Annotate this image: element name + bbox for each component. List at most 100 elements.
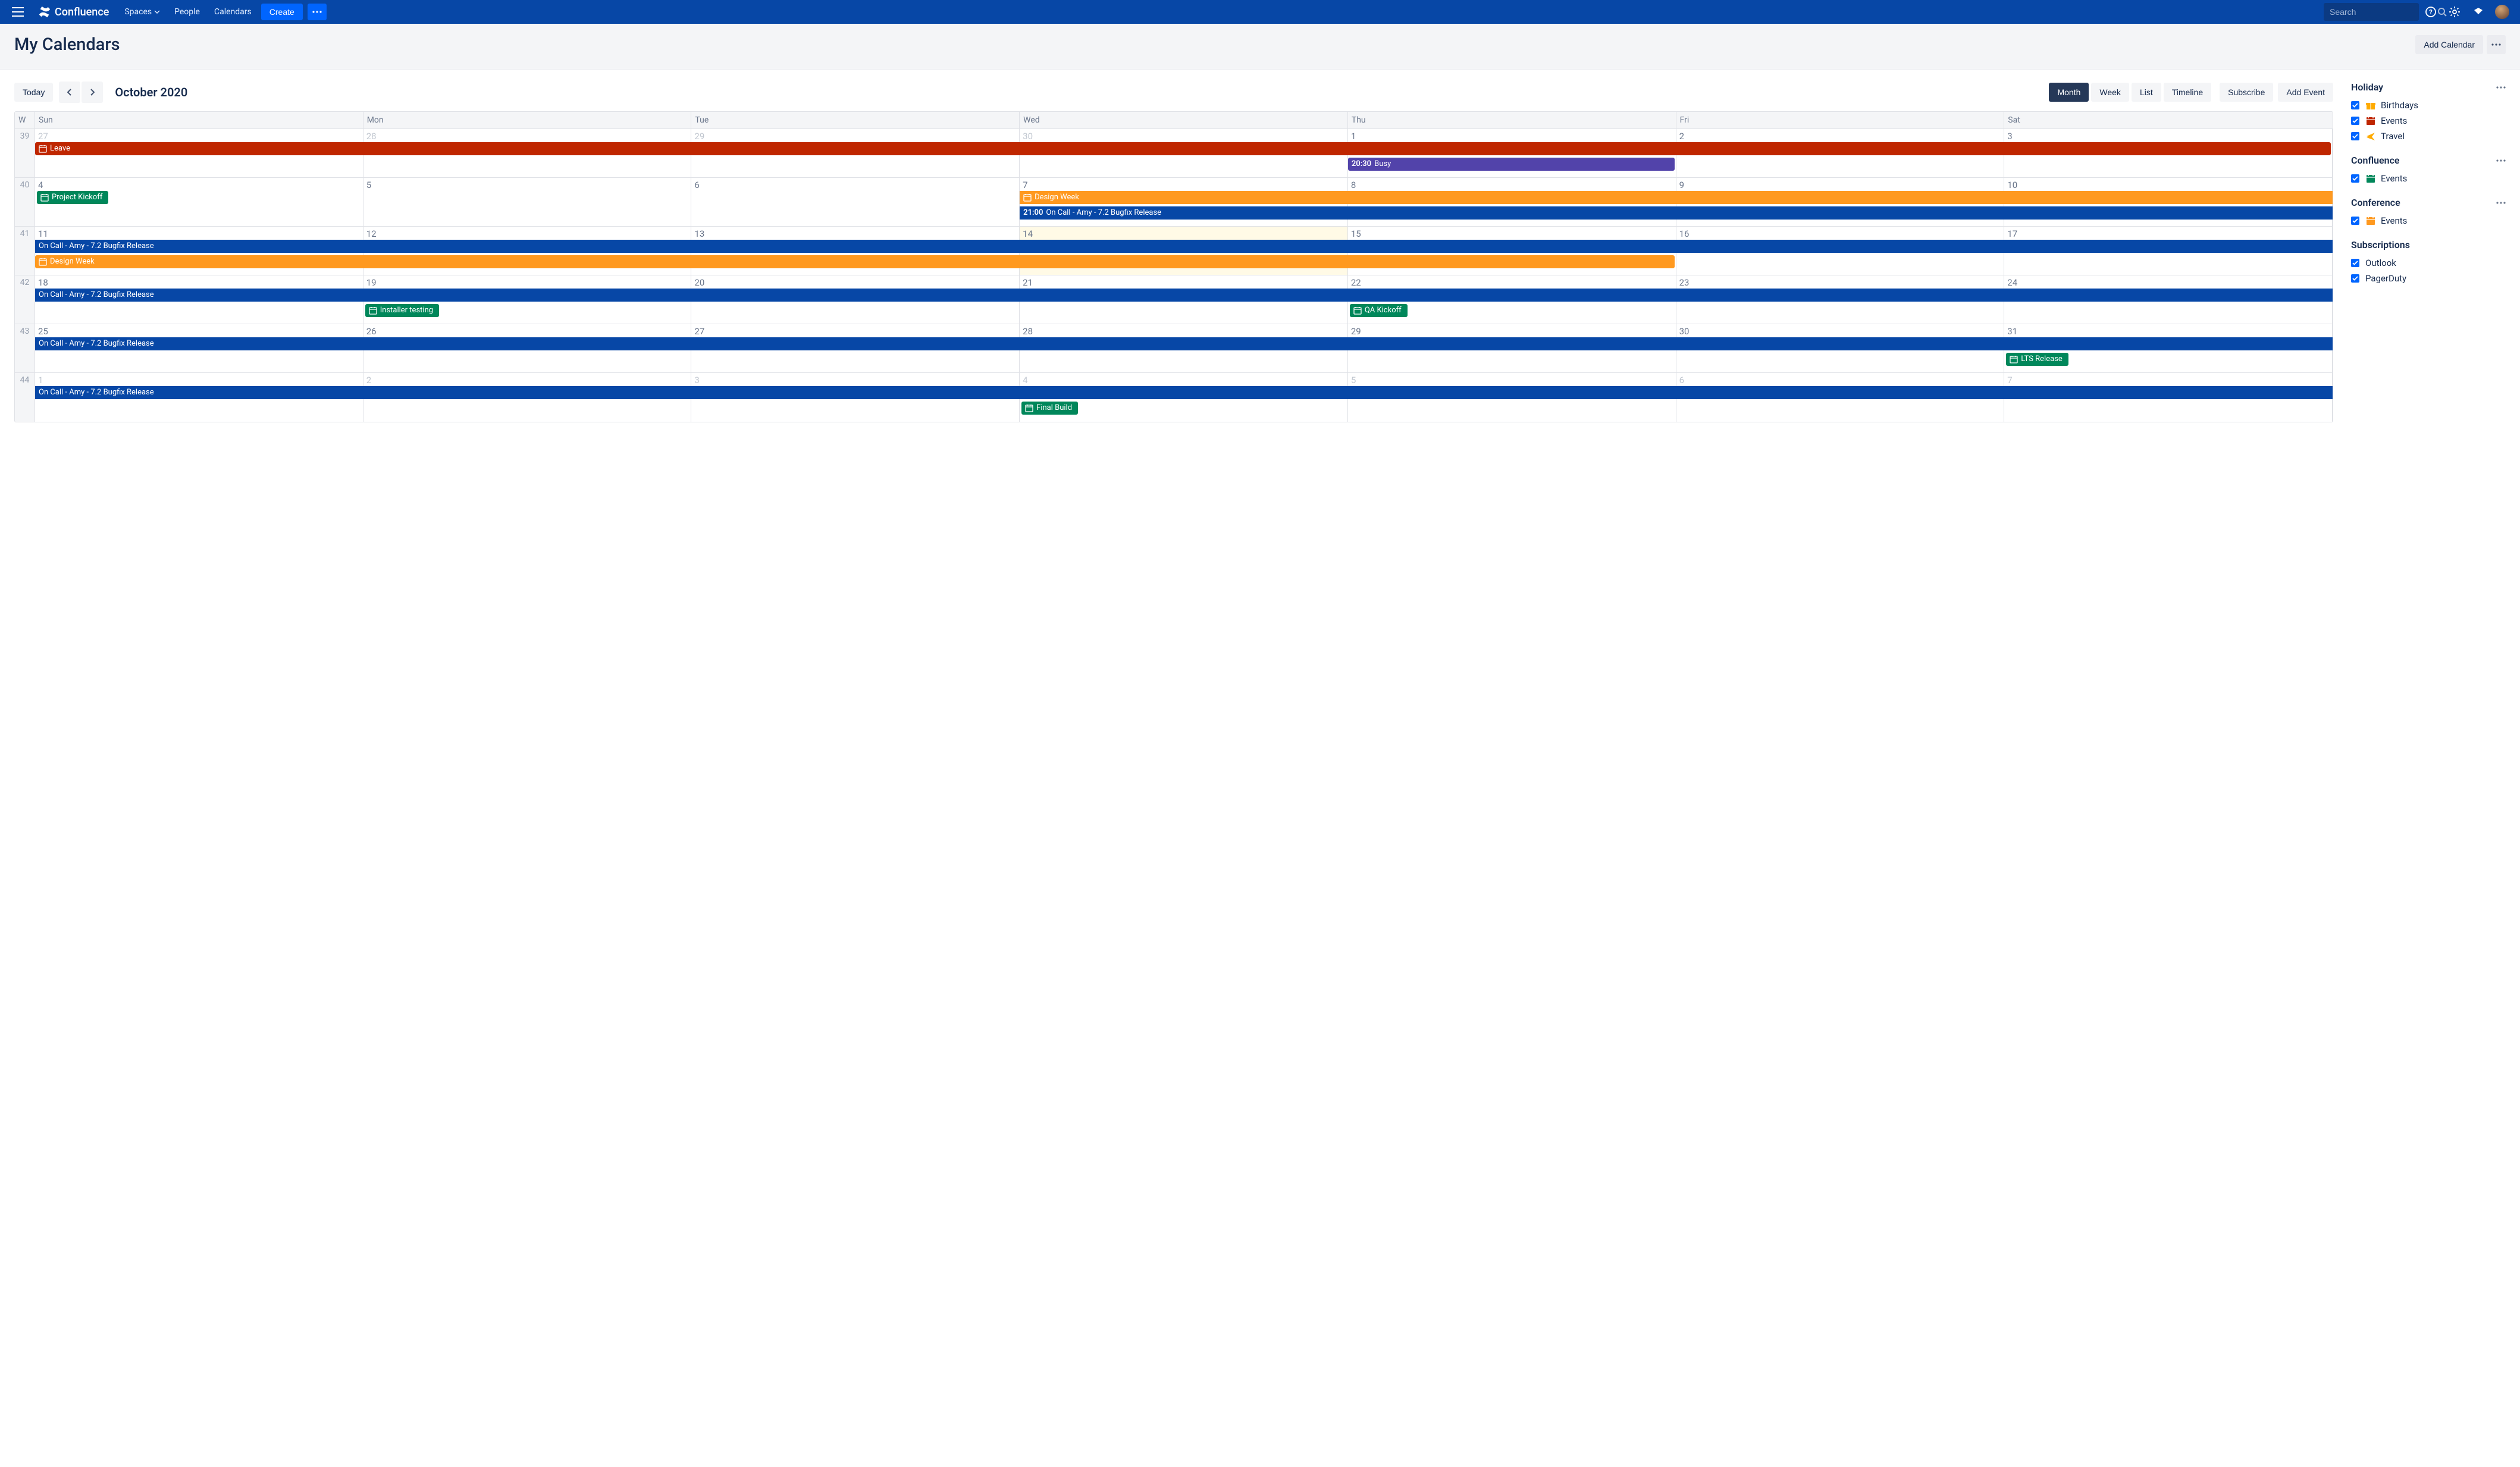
checkbox-icon[interactable] [2351,132,2359,140]
today-button[interactable]: Today [14,83,53,102]
nav-people[interactable]: People [167,0,207,24]
day-number: 6 [1679,375,1684,385]
day-number: 15 [1351,228,1361,239]
day-number: 7 [2007,375,2012,385]
calendar-week-row: 4325262728293031On Call - Amy - 7.2 Bugf… [15,324,2333,373]
event-bar[interactable]: QA Kickoff [1350,304,1408,317]
day-number: 29 [694,131,704,142]
nav-spaces[interactable]: Spaces [117,0,167,24]
notifications-icon[interactable] [2469,2,2488,21]
event-bar[interactable]: On Call - Amy - 7.2 Bugfix Release [35,386,2333,399]
avatar[interactable] [2495,5,2509,19]
checkbox-icon[interactable] [2351,259,2359,267]
sidebar-section: ConfluenceEvents [2351,155,2506,186]
event-title: Design Week [1035,191,1079,204]
sidebar-section-title: Subscriptions [2351,239,2506,250]
search-box[interactable] [2324,3,2419,21]
event-time: 20:30 [1352,158,1371,171]
calendar-icon [1023,193,1032,202]
sidebar-section-title: Holiday [2351,82,2496,93]
sidebar-section: Subscriptions Outlook PagerDuty [2351,239,2506,286]
view-month[interactable]: Month [2049,83,2089,102]
sidebar-section: Holiday BirthdaysEvents Travel [2351,82,2506,144]
view-timeline[interactable]: Timeline [2164,83,2211,102]
calendar-icon [2365,215,2376,226]
confluence-logo-icon [38,5,51,18]
view-switcher: Month Week List Timeline [2049,83,2211,102]
add-calendar-button[interactable]: Add Calendar [2415,35,2483,54]
sidebar-calendar-item[interactable]: Events [2351,113,2506,128]
sidebar-calendar-item[interactable]: Outlook [2351,255,2506,271]
sidebar-calendar-item[interactable]: PagerDuty [2351,271,2506,286]
brand[interactable]: Confluence [38,5,109,18]
day-number: 9 [1679,180,1684,190]
calendar-day-cell[interactable]: 5 [363,178,692,226]
settings-icon[interactable] [2445,2,2464,21]
day-number: 22 [1351,277,1361,288]
sidebar-calendar-item[interactable]: Events [2351,171,2506,186]
calendar-week-row: 4218192021222324On Call - Amy - 7.2 Bugf… [15,275,2333,324]
event-bar[interactable]: Design Week [1020,191,2333,204]
checkbox-icon[interactable] [2351,174,2359,183]
event-bar[interactable]: Installer testing [365,304,439,317]
calendar-toolbar: Today October 2020 Month Week List Timel… [14,82,2333,103]
event-title: LTS Release [2021,353,2063,366]
sidebar-section-header: Conference [2351,197,2506,208]
event-bar[interactable]: 21:00On Call - Amy - 7.2 Bugfix Release [1020,206,2333,220]
week-number: 42 [15,275,35,324]
event-bar[interactable]: 20:30Busy [1348,158,1675,171]
menu-icon[interactable] [11,5,25,19]
checkbox-icon[interactable] [2351,217,2359,225]
help-icon[interactable]: ? [2421,2,2440,21]
day-number: 20 [694,277,704,288]
calendar-icon [2365,173,2376,184]
sidebar-calendar-item[interactable]: Travel [2351,128,2506,144]
event-bar[interactable]: On Call - Amy - 7.2 Bugfix Release [35,240,2333,253]
event-bar[interactable]: Design Week [35,255,1675,268]
add-event-button[interactable]: Add Event [2278,83,2333,102]
day-header: Wed [1020,112,1348,128]
calendar-icon [2365,115,2376,126]
event-bar[interactable]: Project Kickoff [37,191,108,204]
calendar-day-cell[interactable]: 6 [691,178,1020,226]
view-list[interactable]: List [2132,83,2161,102]
calendar-icon [39,258,47,266]
calendar-week-row: 441234567On Call - Amy - 7.2 Bugfix Rele… [15,373,2333,422]
event-bar[interactable]: LTS Release [2006,353,2068,366]
event-title: On Call - Amy - 7.2 Bugfix Release [39,386,154,399]
nav-calendars[interactable]: Calendars [207,0,259,24]
calendar-icon [1025,404,1033,412]
sidebar-item-label: Events [2381,215,2407,226]
week-number-header: W [15,112,35,128]
next-button[interactable] [82,82,103,103]
prev-button[interactable] [59,82,80,103]
day-number: 2 [366,375,371,385]
week-number: 44 [15,373,35,422]
calendar-sidebar: HolidayBirthdaysEventsTravelConfluenceEv… [2351,82,2506,422]
day-number: 14 [1023,228,1033,239]
checkbox-icon[interactable] [2351,117,2359,125]
create-button[interactable]: Create [261,4,303,20]
sidebar-calendar-item[interactable]: Birthdays [2351,98,2506,113]
nav-more-button[interactable] [308,4,327,20]
event-bar[interactable]: On Call - Amy - 7.2 Bugfix Release [35,337,2333,350]
sidebar-item-label: Outlook [2365,258,2396,268]
sidebar-calendar-item[interactable]: Events [2351,213,2506,228]
event-bar[interactable]: On Call - Amy - 7.2 Bugfix Release [35,289,2333,302]
section-more-icon[interactable] [2496,159,2506,162]
day-number: 5 [366,180,371,190]
sidebar-item-label: Travel [2381,131,2405,142]
section-more-icon[interactable] [2496,202,2506,204]
event-bar[interactable]: Leave [35,142,2331,155]
view-week[interactable]: Week [2091,83,2129,102]
event-title: Project Kickoff [52,191,102,204]
subscribe-button[interactable]: Subscribe [2220,83,2273,102]
section-more-icon[interactable] [2496,86,2506,89]
checkbox-icon[interactable] [2351,274,2359,283]
day-number: 30 [1023,131,1033,142]
event-bar[interactable]: Final Build [1021,402,1078,415]
day-number: 8 [1351,180,1356,190]
day-number: 16 [1679,228,1690,239]
page-more-button[interactable] [2487,35,2506,54]
checkbox-icon[interactable] [2351,101,2359,109]
